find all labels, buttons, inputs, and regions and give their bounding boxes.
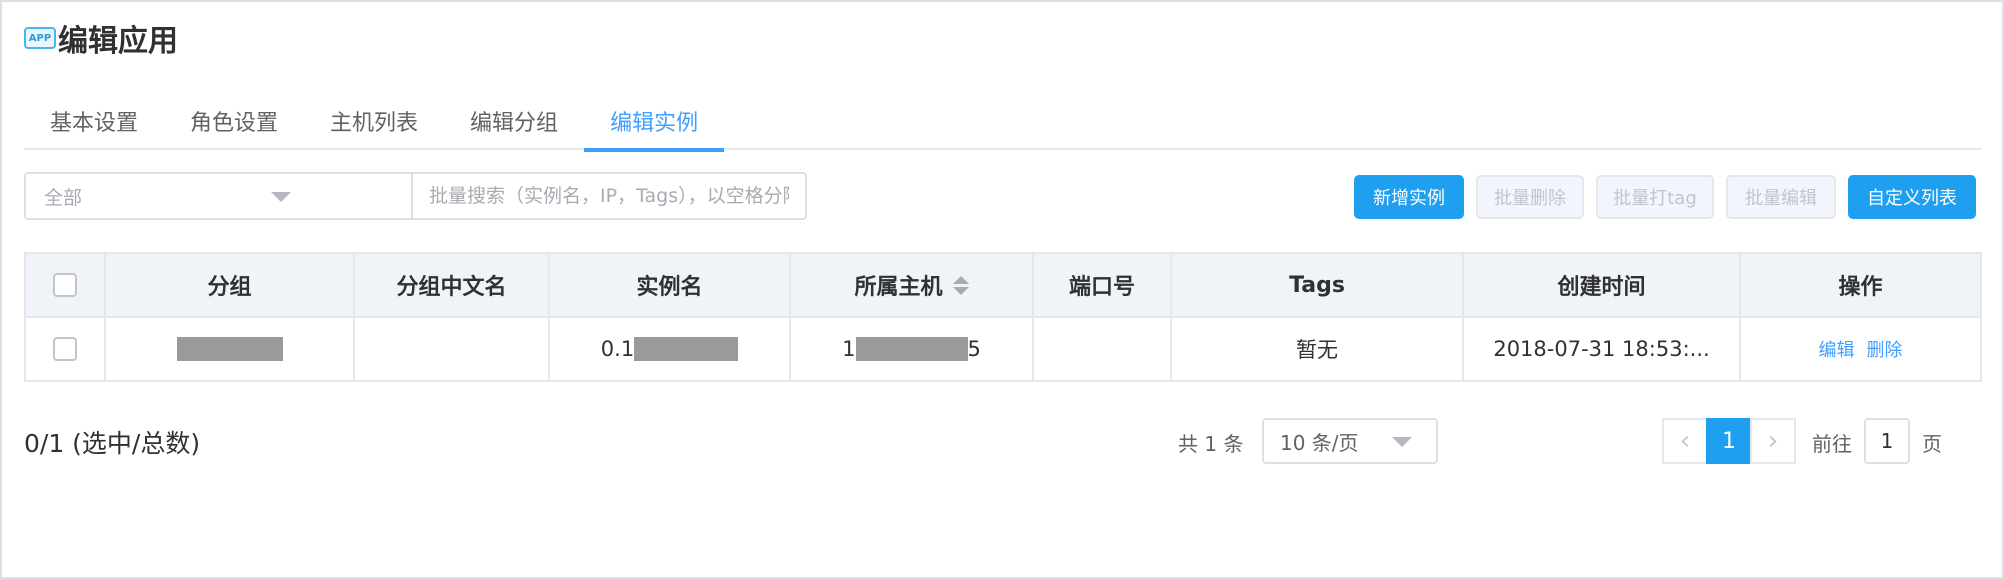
header-checkbox-cell bbox=[26, 254, 106, 316]
cell-instance: 0.1 bbox=[550, 318, 791, 380]
cell-actions: 编辑 删除 bbox=[1741, 318, 1980, 380]
cell-host-link[interactable]: 1 5 bbox=[791, 318, 1034, 380]
cell-group bbox=[106, 318, 355, 380]
redacted-group bbox=[176, 337, 283, 361]
host-prefix: 1 bbox=[842, 337, 856, 361]
column-header-tags: Tags bbox=[1172, 254, 1464, 316]
tab-bar: 基本设置 角色设置 主机列表 编辑分组 编辑实例 bbox=[24, 92, 1982, 152]
column-header-port: 端口号 bbox=[1034, 254, 1172, 316]
tab-basic-settings[interactable]: 基本设置 bbox=[24, 92, 164, 150]
column-header-host-label: 所属主机 bbox=[854, 275, 943, 300]
delete-link[interactable]: 删除 bbox=[1867, 336, 1903, 362]
tab-host-list[interactable]: 主机列表 bbox=[304, 92, 444, 150]
page-number-current[interactable]: 1 bbox=[1706, 418, 1752, 464]
goto-suffix: 页 bbox=[1922, 432, 1942, 456]
chevron-right-icon: › bbox=[1767, 426, 1779, 456]
batch-search-input[interactable] bbox=[411, 172, 807, 220]
sort-ascending-icon bbox=[952, 275, 969, 284]
goto-page-input[interactable] bbox=[1864, 418, 1910, 464]
batch-tag-button[interactable]: 批量打tag bbox=[1596, 175, 1714, 219]
chevron-left-icon: ‹ bbox=[1679, 426, 1691, 456]
batch-edit-button[interactable]: 批量编辑 bbox=[1726, 175, 1836, 219]
instance-table: 分组 分组中文名 实例名 所属主机 端口号 Tags 创建时间 操作 0.1 1 bbox=[24, 252, 1982, 382]
column-header-created: 创建时间 bbox=[1464, 254, 1741, 316]
redacted-instance bbox=[634, 337, 739, 361]
row-checkbox[interactable] bbox=[53, 337, 77, 361]
batch-delete-button[interactable]: 批量删除 bbox=[1476, 175, 1584, 219]
next-page-button[interactable]: › bbox=[1750, 418, 1796, 464]
column-header-host[interactable]: 所属主机 bbox=[791, 254, 1034, 316]
page-title: 编辑应用 bbox=[58, 24, 178, 59]
tab-edit-instances[interactable]: 编辑实例 bbox=[584, 92, 725, 152]
prev-page-button[interactable]: ‹ bbox=[1662, 418, 1708, 464]
column-header-actions: 操作 bbox=[1838, 275, 1883, 300]
caret-down-icon bbox=[271, 192, 291, 202]
host-suffix: 5 bbox=[967, 337, 981, 361]
row-checkbox-cell bbox=[26, 318, 106, 380]
edit-link[interactable]: 编辑 bbox=[1819, 336, 1855, 362]
column-header-group: 分组 bbox=[106, 254, 355, 316]
cell-created-at: 2018-07-31 18:53:... bbox=[1464, 318, 1741, 380]
column-header-group-cn: 分组中文名 bbox=[355, 254, 550, 316]
cell-group-cn bbox=[355, 318, 550, 380]
column-header-instance: 实例名 bbox=[550, 254, 791, 316]
selection-count: 0/1 (选中/总数) bbox=[24, 429, 201, 458]
select-all-checkbox[interactable] bbox=[53, 273, 77, 297]
page-size-select[interactable]: 10 条/页 bbox=[1262, 418, 1438, 464]
app-icon: APP bbox=[24, 27, 56, 49]
redacted-host bbox=[855, 337, 968, 361]
table-row: 0.1 1 5 暂无 2018-07-31 18:53:... 编辑 删除 bbox=[26, 318, 1980, 380]
goto-prefix: 前往 bbox=[1812, 432, 1852, 456]
cell-tags: 暂无 bbox=[1172, 318, 1464, 380]
total-count: 共 1 条 bbox=[1178, 432, 1244, 456]
table-header-row: 分组 分组中文名 实例名 所属主机 端口号 Tags 创建时间 操作 bbox=[26, 254, 1980, 318]
page-size-value: 10 条/页 bbox=[1280, 430, 1359, 455]
group-select-value: 全部 bbox=[44, 186, 83, 209]
page-header: APP 编辑应用 bbox=[24, 18, 178, 59]
add-instance-button[interactable]: 新增实例 bbox=[1354, 175, 1464, 219]
cell-port bbox=[1034, 318, 1172, 380]
sort-descending-icon bbox=[952, 286, 969, 295]
sort-icon[interactable] bbox=[952, 275, 969, 295]
custom-columns-button[interactable]: 自定义列表 bbox=[1848, 175, 1976, 219]
instance-prefix: 0.1 bbox=[600, 337, 635, 361]
tab-edit-groups[interactable]: 编辑分组 bbox=[444, 92, 584, 150]
group-select[interactable]: 全部 bbox=[24, 172, 413, 220]
tab-role-settings[interactable]: 角色设置 bbox=[164, 92, 304, 150]
caret-down-icon bbox=[1392, 437, 1412, 447]
